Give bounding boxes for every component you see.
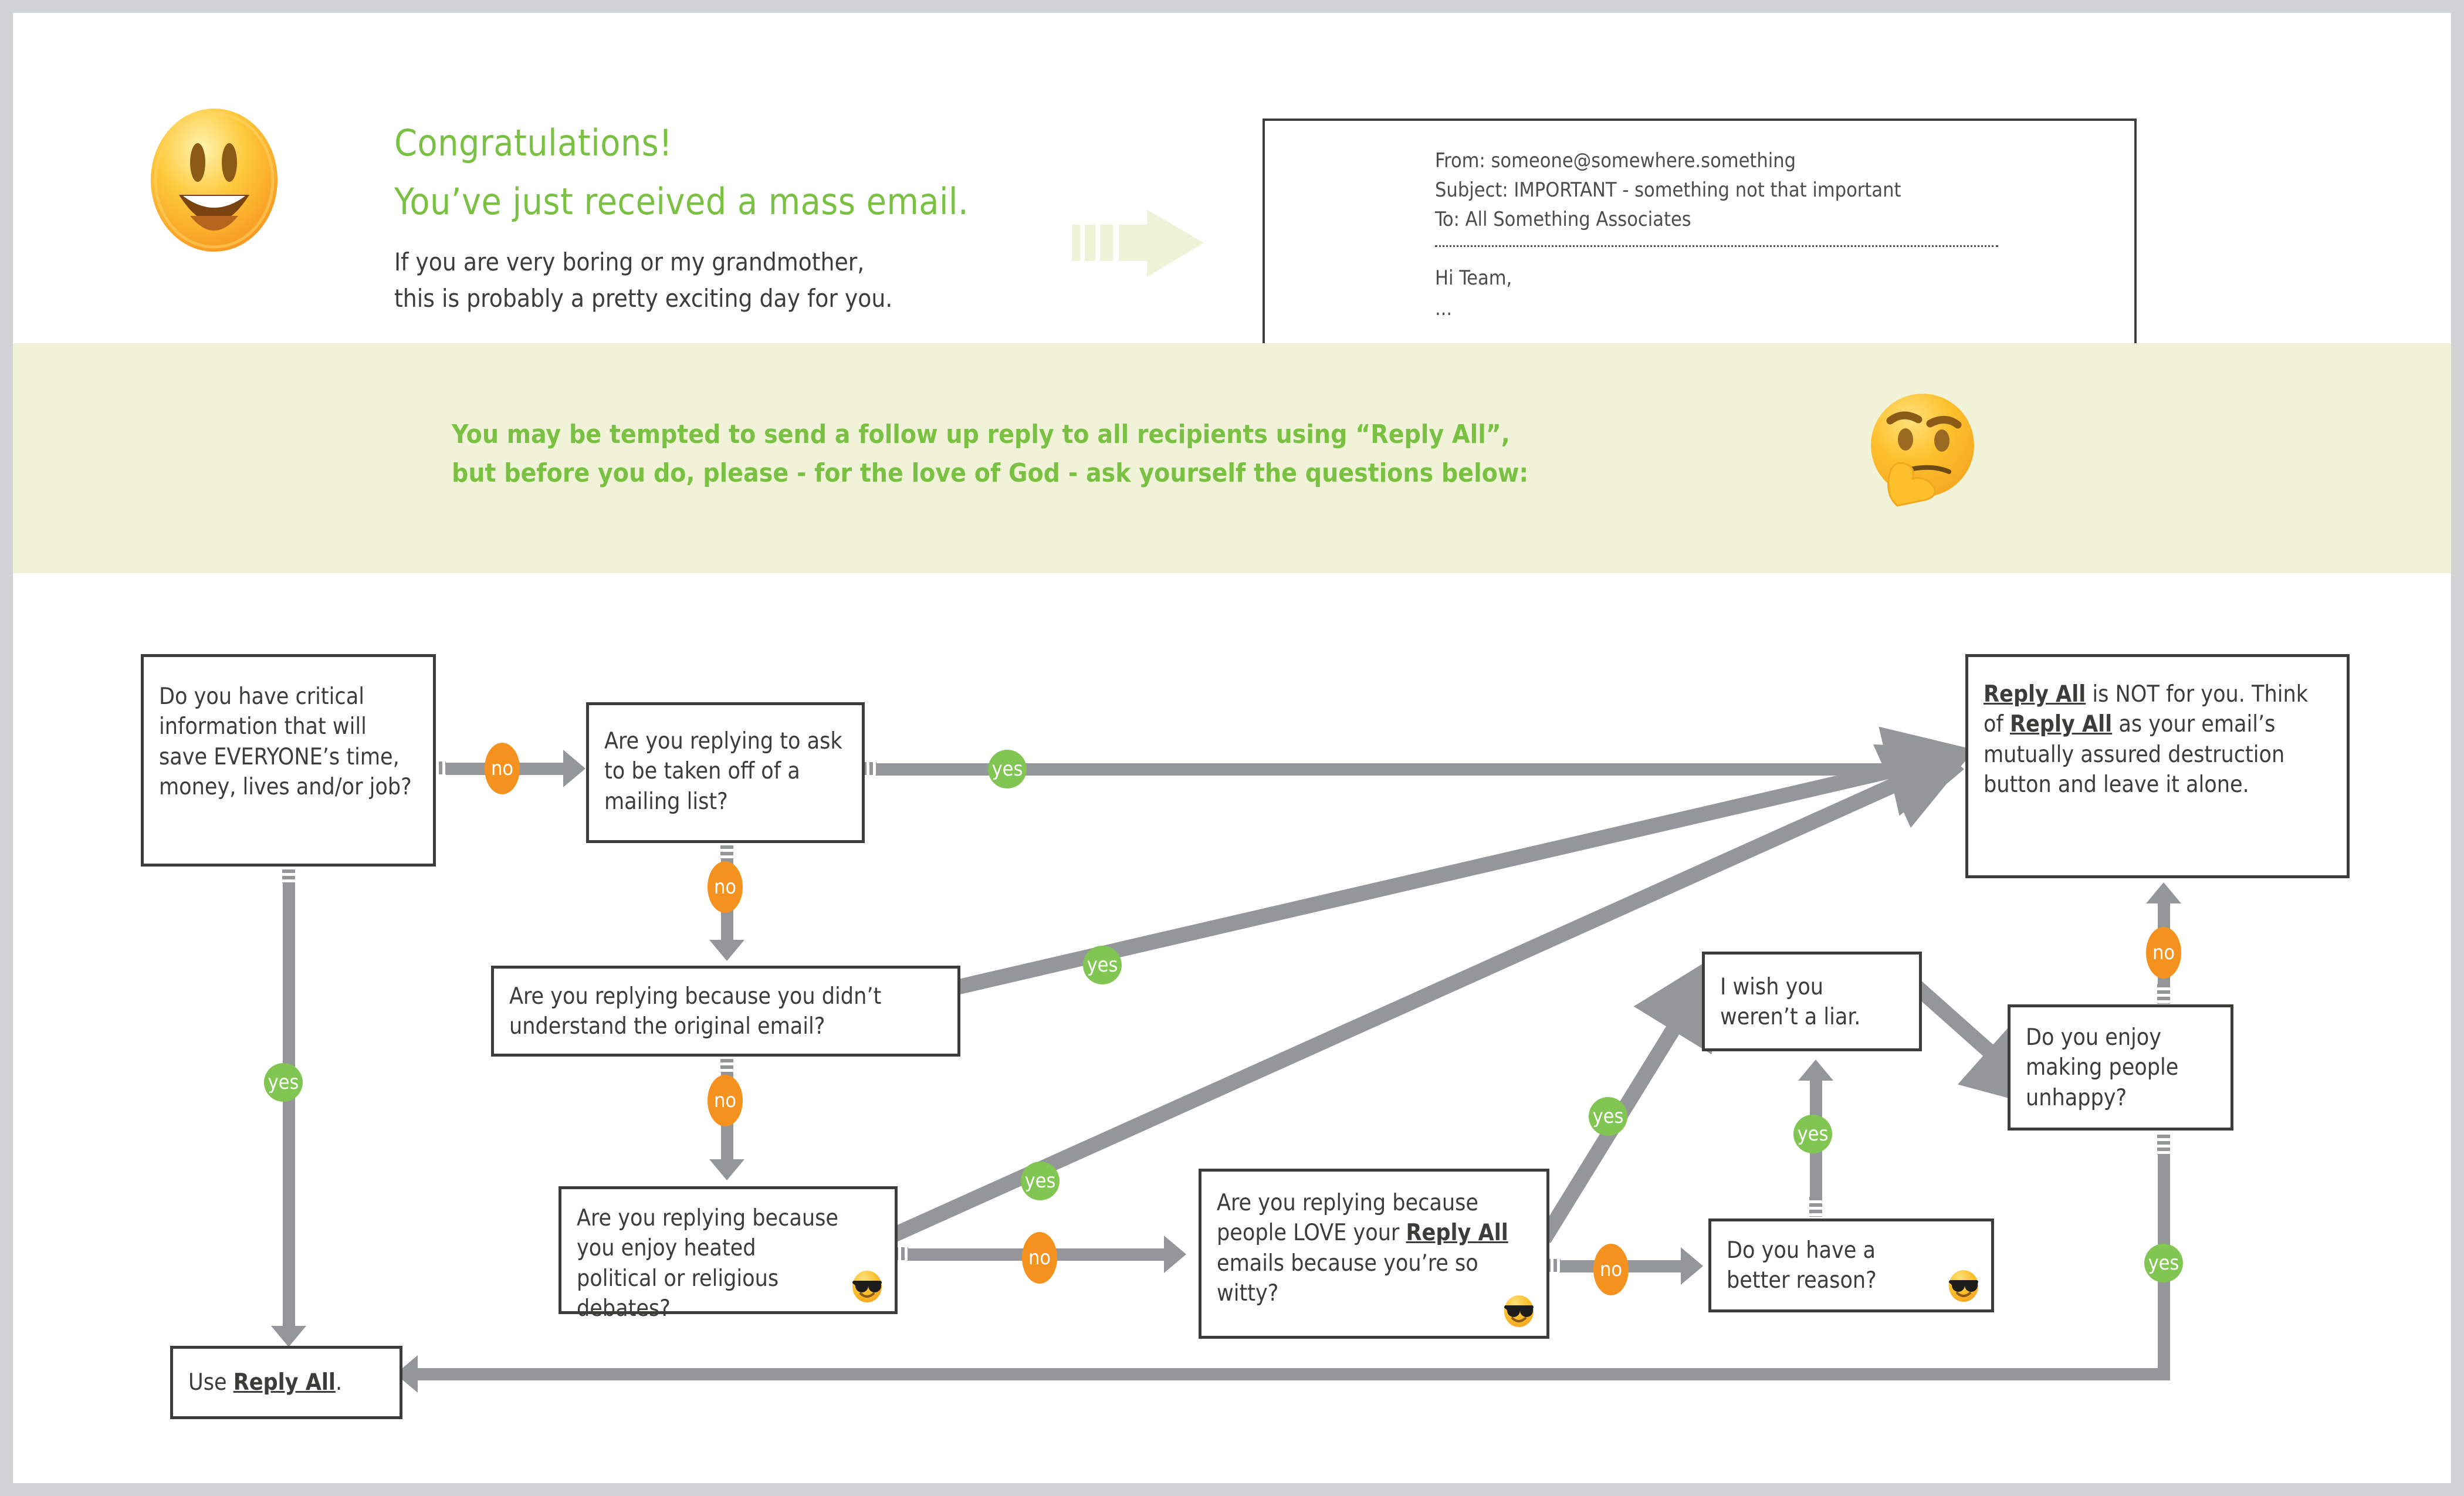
node-so-witty-text: Are you replying because people LOVE you… bbox=[1217, 1190, 1508, 1307]
node-mailing-list-text: Are you replying to ask to be taken off … bbox=[604, 728, 842, 815]
node-reply-all-not-for-you[interactable]: Reply All is NOT for you. Think of Reply… bbox=[1965, 654, 2350, 878]
node-so-witty[interactable]: Are you replying because people LOVE you… bbox=[1199, 1169, 1549, 1339]
edge-label-no: no bbox=[2146, 927, 2181, 979]
node-use-reply-all-text: Use Reply All. bbox=[188, 1369, 343, 1396]
edge-arrowhead bbox=[1681, 1247, 1703, 1285]
edge-label-no: no bbox=[1022, 1232, 1057, 1284]
node-liar-text: I wish you weren’t a liar. bbox=[1720, 974, 1861, 1031]
node-didnt-understand[interactable]: Are you replying because you didn’t unde… bbox=[491, 966, 960, 1057]
edge-label-yes: yes bbox=[264, 1063, 303, 1102]
sunglasses-face-emoji bbox=[850, 1269, 884, 1303]
edge-arrowhead bbox=[271, 1326, 306, 1347]
node-heated-debates[interactable]: Are you replying because you enjoy heate… bbox=[559, 1186, 898, 1322]
edge-label-no: no bbox=[1593, 1244, 1629, 1295]
infographic-page: Congratulations! You’ve just received a … bbox=[0, 0, 2464, 1496]
edge-arrowhead bbox=[709, 1159, 744, 1180]
edge-unhappy-to-usereplyall bbox=[418, 1368, 2170, 1380]
edge-label-yes: yes bbox=[1083, 946, 1122, 984]
edge-label-yes: yes bbox=[988, 750, 1027, 788]
node-heated-debates-text: Are you replying because you enjoy heate… bbox=[577, 1205, 839, 1322]
edge-arrowhead bbox=[709, 940, 744, 961]
edge-tail bbox=[1809, 1197, 1822, 1217]
node-didnt-understand-text: Are you replying because you didn’t unde… bbox=[509, 983, 882, 1040]
edge-label-yes: yes bbox=[1589, 1097, 1627, 1136]
edge-arrowhead bbox=[1798, 1060, 1833, 1081]
node-making-unhappy-text: Do you enjoy making people unhappy? bbox=[2026, 1024, 2179, 1111]
edge-label-no: no bbox=[485, 743, 520, 794]
node-making-unhappy[interactable]: Do you enjoy making people unhappy? bbox=[2008, 1004, 2233, 1131]
edge-arrowhead bbox=[563, 750, 585, 787]
edge-arrowhead bbox=[1164, 1236, 1186, 1273]
node-critical-info-text: Do you have critical information that wi… bbox=[159, 683, 412, 801]
edge-label-yes: yes bbox=[1793, 1115, 1832, 1153]
node-mailing-list[interactable]: Are you replying to ask to be taken off … bbox=[586, 702, 865, 843]
edge-tail bbox=[2157, 1135, 2170, 1155]
page-sheet: Congratulations! You’ve just received a … bbox=[13, 13, 2451, 1483]
node-better-reason[interactable]: Do you have a better reason? bbox=[1708, 1219, 1994, 1312]
node-use-reply-all[interactable]: Use Reply All. bbox=[170, 1346, 402, 1419]
edge-mailing-to-notforyou bbox=[875, 763, 1949, 776]
sunglasses-face-emoji bbox=[1947, 1268, 1981, 1302]
edge-critical-to-usereplyall bbox=[283, 880, 295, 1332]
edge-label-no: no bbox=[708, 1075, 743, 1126]
edge-tail bbox=[2157, 984, 2170, 1004]
node-critical-info[interactable]: Do you have critical information that wi… bbox=[141, 654, 436, 867]
node-liar[interactable]: I wish you weren’t a liar. bbox=[1702, 952, 1922, 1051]
edge-label-yes: yes bbox=[2144, 1244, 2183, 1282]
edge-arrowhead bbox=[1942, 750, 1964, 788]
edge-arrowhead bbox=[2146, 882, 2181, 903]
sunglasses-face-emoji bbox=[1502, 1294, 1536, 1328]
edge-label-yes: yes bbox=[1021, 1162, 1060, 1200]
edge-label-no: no bbox=[708, 861, 743, 913]
node-reply-all-not-for-you-text: Reply All is NOT for you. Think of Reply… bbox=[1984, 681, 2309, 798]
flowchart: Do you have critical information that wi… bbox=[13, 13, 2451, 1483]
